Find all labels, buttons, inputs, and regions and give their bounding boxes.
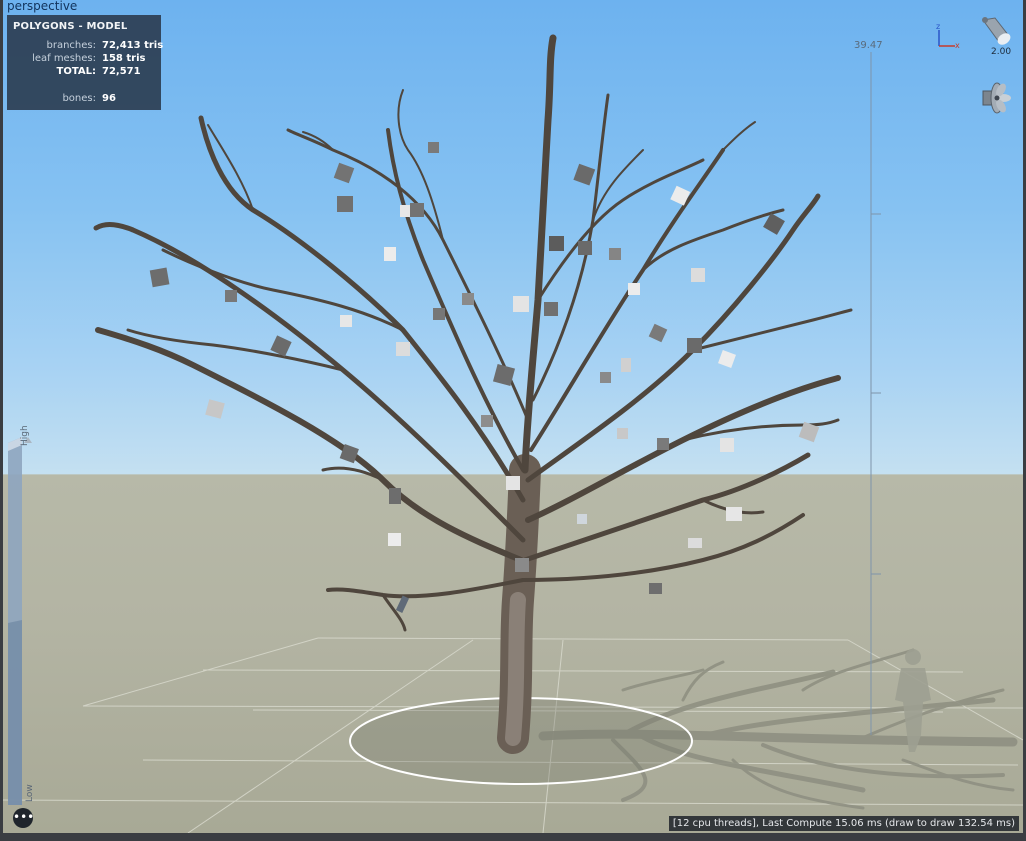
3d-viewport[interactable]: perspective POLYGONS - MODEL branches: 7… xyxy=(3,0,1023,833)
lod-high-label: High xyxy=(20,425,30,446)
stats-title: POLYGONS - MODEL xyxy=(13,21,128,32)
axis-z-label: z xyxy=(936,22,940,31)
tree-scene xyxy=(3,34,1023,833)
stats-value: 72,413 tris xyxy=(102,40,164,51)
axis-gizmo-icon: z x xyxy=(936,22,960,50)
bottom-border xyxy=(0,833,1026,841)
lod-slider[interactable] xyxy=(8,437,32,805)
stats-key: branches: xyxy=(46,40,97,51)
height-label: 39.47 xyxy=(854,40,883,51)
stats-value: 96 xyxy=(102,93,116,104)
status-bar: [12 cpu threads], Last Compute 15.06 ms … xyxy=(668,816,1019,831)
tree xyxy=(93,34,853,754)
stats-row-leaf-meshes: leaf meshes: 158 tris xyxy=(7,53,157,66)
height-ruler xyxy=(870,52,881,735)
stats-row-branches: branches: 72,413 tris xyxy=(7,40,164,53)
stats-value: 158 tris xyxy=(102,53,146,64)
polygon-stats-panel: POLYGONS - MODEL branches: 72,413 tris l… xyxy=(7,15,164,110)
stats-key: leaf meshes: xyxy=(32,53,96,64)
stats-value: 72,571 xyxy=(102,66,141,77)
stats-row-total: TOTAL: 72,571 xyxy=(7,66,157,79)
stats-key: bones: xyxy=(62,93,96,104)
stats-row-bones: bones: 96 xyxy=(7,93,157,106)
stats-key: TOTAL: xyxy=(56,66,96,77)
more-options-button[interactable]: ••• xyxy=(13,808,35,828)
lod-low-label: Low xyxy=(25,784,35,802)
light-intensity: 2.00 xyxy=(991,47,1012,57)
viewport-label: perspective xyxy=(7,0,78,13)
wind-fan-icon[interactable] xyxy=(979,76,1013,116)
axis-x-label: x xyxy=(955,41,960,50)
ellipsis-icon: ••• xyxy=(13,810,35,824)
